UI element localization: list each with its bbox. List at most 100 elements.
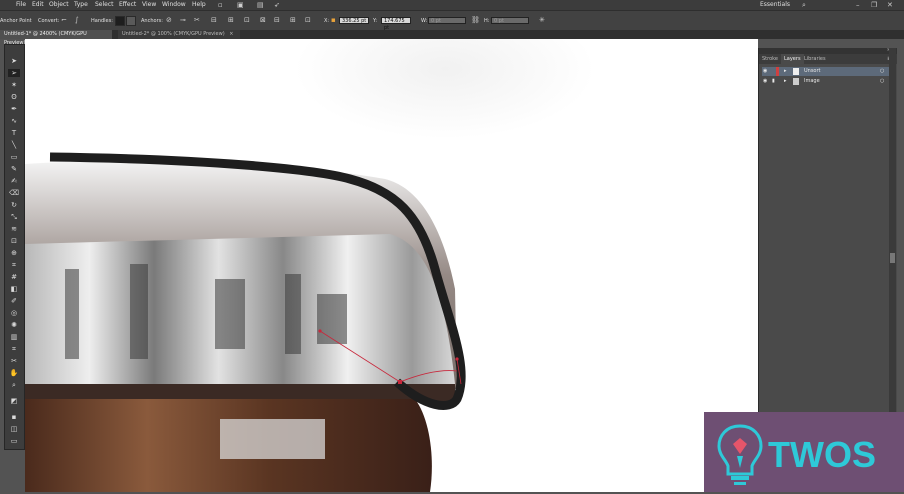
tab-libraries[interactable]: Libraries [801, 54, 829, 64]
rotate-tool-icon[interactable]: ↻ [8, 201, 20, 209]
layer-row[interactable]: ◉ ▮ ▸ Image ○ [762, 77, 894, 86]
show-handles-button[interactable] [115, 16, 125, 26]
arrange-icon[interactable]: ▤ [257, 1, 264, 9]
hand-tool-icon[interactable]: ✋ [8, 369, 20, 377]
artboard-canvas[interactable] [25, 39, 758, 492]
selection-tool-icon[interactable]: ➤ [8, 57, 20, 65]
slice-tool-icon[interactable]: ✂ [8, 357, 20, 365]
tab-untitled-2[interactable]: Untitled-2* @ 100% (CMYK/GPU Preview) × [118, 30, 240, 39]
shape-builder-icon[interactable]: ⊕ [8, 249, 20, 257]
lasso-icon[interactable]: ʘ [8, 93, 20, 101]
color-mode-icon[interactable]: ▪ [8, 413, 20, 421]
width-tool-icon[interactable]: ≋ [8, 225, 20, 233]
link-icon[interactable]: ⛓ [471, 16, 480, 24]
menu-window[interactable]: Window [162, 1, 186, 8]
perspective-grid-icon[interactable]: ⌗ [8, 261, 20, 269]
direct-selection-tool-icon[interactable]: ➢ [8, 69, 20, 77]
stock-icon[interactable]: ▣ [237, 1, 244, 9]
convert-smooth-icon[interactable]: ∫ [75, 16, 79, 24]
tab-stroke[interactable]: Stroke [759, 54, 781, 64]
rectangle-tool-icon[interactable]: ▭ [8, 153, 20, 161]
artwork [25, 39, 595, 492]
bottle-label-highlight [220, 419, 325, 459]
close-tab-icon[interactable]: × [229, 31, 233, 37]
lock-icon[interactable]: ▮ [772, 77, 775, 86]
artboard-tool-icon[interactable]: ⌗ [8, 345, 20, 353]
handle-point[interactable] [455, 357, 459, 361]
mesh-tool-icon[interactable]: # [8, 273, 20, 281]
restore-icon[interactable]: ❐ [871, 1, 877, 9]
expand-arrow-icon[interactable]: ▸ [784, 77, 787, 86]
menu-select[interactable]: Select [95, 1, 114, 8]
convert-corner-icon[interactable]: ⌐ [61, 16, 67, 24]
scrollbar-thumb[interactable] [890, 253, 895, 263]
menu-view[interactable]: View [142, 1, 156, 8]
visibility-eye-icon[interactable]: ◉ [763, 77, 767, 86]
expand-arrow-icon[interactable]: ▸ [784, 67, 787, 76]
layer-row[interactable]: ◉ ▸ Unsort ○ [762, 67, 894, 76]
x-field[interactable]: 336.25 pt [339, 17, 369, 24]
background-glow [295, 39, 595, 139]
magic-wand-icon[interactable]: ✶ [8, 81, 20, 89]
control-bar: Anchor Point Convert: ⌐ ∫ Handles: Ancho… [0, 10, 904, 32]
menu-file[interactable]: File [16, 1, 26, 8]
blend-tool-icon[interactable]: ◎ [8, 309, 20, 317]
scale-tool-icon[interactable]: ⤡ [8, 213, 20, 221]
target-icon[interactable]: ○ [880, 67, 884, 76]
pen-tool-icon[interactable]: ✒ [8, 105, 20, 113]
search-icon[interactable]: ⌕ [802, 1, 806, 9]
cut-path-icon[interactable]: ✂ [194, 16, 200, 24]
twos-watermark: TWOS [704, 412, 904, 492]
line-tool-icon[interactable]: ╲ [8, 141, 20, 149]
remove-anchor-icon[interactable]: ⊘ [166, 16, 172, 24]
anchor-point[interactable] [398, 380, 402, 384]
handle-point[interactable] [318, 329, 322, 333]
h-field[interactable]: 0 pt [491, 17, 529, 24]
workspace-switcher[interactable]: Essentials [760, 1, 790, 8]
type-tool-icon[interactable]: T [8, 129, 20, 137]
menu-object[interactable]: Object [49, 1, 69, 8]
w-label: W: [421, 18, 428, 24]
symbol-sprayer-icon[interactable]: ✺ [8, 321, 20, 329]
bridge-icon[interactable]: ▫ [218, 1, 223, 9]
graph-tool-icon[interactable]: ▥ [8, 333, 20, 341]
eraser-icon[interactable]: ⌫ [8, 189, 20, 197]
w-field[interactable]: 0 pt [428, 17, 466, 24]
align-left-icon[interactable]: ⊞ [228, 16, 234, 24]
close-icon[interactable]: ✕ [887, 1, 893, 9]
gpu-rocket-icon[interactable]: ➶ [274, 1, 280, 9]
menu-edit[interactable]: Edit [32, 1, 44, 8]
layer-name[interactable]: Unsort [804, 67, 821, 76]
menu-effect[interactable]: Effect [119, 1, 136, 8]
screen-mode-icon[interactable]: ▭ [8, 437, 20, 445]
transform-icon[interactable]: ⊞ [290, 16, 296, 24]
paintbrush-icon[interactable]: ✎ [8, 165, 20, 173]
menu-help[interactable]: Help [192, 1, 206, 8]
isolate-icon[interactable]: ⊟ [211, 16, 217, 24]
fill-stroke-icon[interactable]: ◩ [8, 397, 20, 405]
free-transform-icon[interactable]: ⊡ [8, 237, 20, 245]
gradient-tool-icon[interactable]: ◧ [8, 285, 20, 293]
target-icon[interactable]: ○ [880, 77, 884, 86]
layer-name[interactable]: Image [804, 77, 820, 86]
menu-type[interactable]: Type [74, 1, 88, 8]
draw-mode-icon[interactable]: ◫ [8, 425, 20, 433]
align-menu-icon[interactable]: ⊡ [305, 16, 311, 24]
distribute-icon[interactable]: ⊟ [274, 16, 280, 24]
tab-untitled-1[interactable]: Untitled-1* @ 2400% (CMYK/GPU Preview) × [0, 30, 112, 46]
connect-anchor-icon[interactable]: ⊸ [180, 16, 186, 24]
visibility-eye-icon[interactable]: ◉ [763, 67, 767, 76]
isolate-point-icon[interactable]: ✳ [539, 16, 545, 24]
panel-scrollbar[interactable] [889, 48, 896, 428]
minimize-icon[interactable]: – [856, 1, 860, 9]
layer-color-swatch [776, 67, 779, 76]
zoom-tool-icon[interactable]: ⌕ [8, 381, 20, 389]
hide-handles-button[interactable] [126, 16, 136, 26]
curvature-icon[interactable]: ∿ [8, 117, 20, 125]
shaper-icon[interactable]: ✍ [8, 177, 20, 185]
y-field[interactable]: 174.675 pt [381, 17, 411, 31]
eyedropper-icon[interactable]: ✐ [8, 297, 20, 305]
align-right-icon[interactable]: ⊠ [260, 16, 266, 24]
panel-tabs: Stroke Layers Libraries ≡ [759, 54, 897, 64]
align-center-icon[interactable]: ⊡ [244, 16, 250, 24]
